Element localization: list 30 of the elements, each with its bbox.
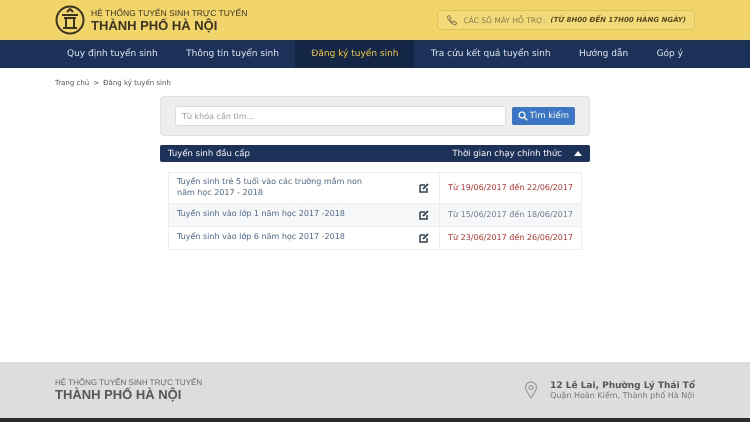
- footer-district: Quận Hoàn Kiếm, Thành phố Hà Nội: [550, 390, 695, 400]
- date-range: Từ 19/06/2017 đến 22/06/2017: [448, 183, 573, 192]
- site-subtitle: HỆ THỐNG TUYỂN SINH TRỰC TUYẾN: [91, 8, 248, 18]
- emblem-icon: [55, 5, 85, 35]
- search-button[interactable]: Tìm kiếm: [512, 107, 575, 125]
- column-header: Thời gian chạy chính thức: [452, 148, 562, 158]
- admission-link[interactable]: Tuyển sinh trẻ 5 tuổi vào các trường mầm non năm học 2017 - 2018: [177, 177, 377, 199]
- caret-up-icon[interactable]: [574, 151, 582, 156]
- column-header: Tuyển sinh đầu cấp: [168, 148, 250, 158]
- edit-icon: [419, 210, 430, 220]
- nav-item[interactable]: Tra cứu kết quả tuyển sinh: [418, 40, 563, 68]
- footer-address: 12 Lê Lai, Phường Lý Thái Tổ: [550, 380, 695, 390]
- nav-item[interactable]: Góp ý: [644, 40, 695, 68]
- nav-item[interactable]: Quy định tuyển sinh: [55, 40, 170, 68]
- date-range: Từ 23/06/2017 đến 26/06/2017: [448, 233, 573, 242]
- edit-icon: [419, 232, 430, 243]
- nav-item[interactable]: Đăng ký tuyển sinh: [295, 40, 414, 68]
- location-pin-icon: [524, 381, 538, 399]
- edit-icon: [419, 182, 430, 193]
- site-title: THÀNH PHỐ HÀ NỘI: [91, 18, 218, 32]
- date-range: Từ 15/06/2017 đến 18/06/2017: [448, 210, 573, 220]
- admission-link[interactable]: Tuyển sinh vào lớp 6 năm học 2017 -2018: [177, 232, 377, 243]
- nav-item[interactable]: Hướng dẫn: [566, 40, 640, 68]
- search-field[interactable]: Từ khóa cần tìm...: [175, 106, 506, 126]
- footer-title: THÀNH PHỐ HÀ NỘI: [55, 387, 182, 402]
- phone-icon: [446, 14, 458, 26]
- search-icon: [518, 111, 528, 121]
- admission-link[interactable]: Tuyển sinh vào lớp 1 năm học 2017 -2018: [177, 209, 377, 220]
- footer-subtitle: HỆ THỐNG TUYỂN SINH TRỰC TUYẾN: [55, 378, 202, 387]
- nav-item[interactable]: Thông tin tuyển sinh: [174, 40, 291, 68]
